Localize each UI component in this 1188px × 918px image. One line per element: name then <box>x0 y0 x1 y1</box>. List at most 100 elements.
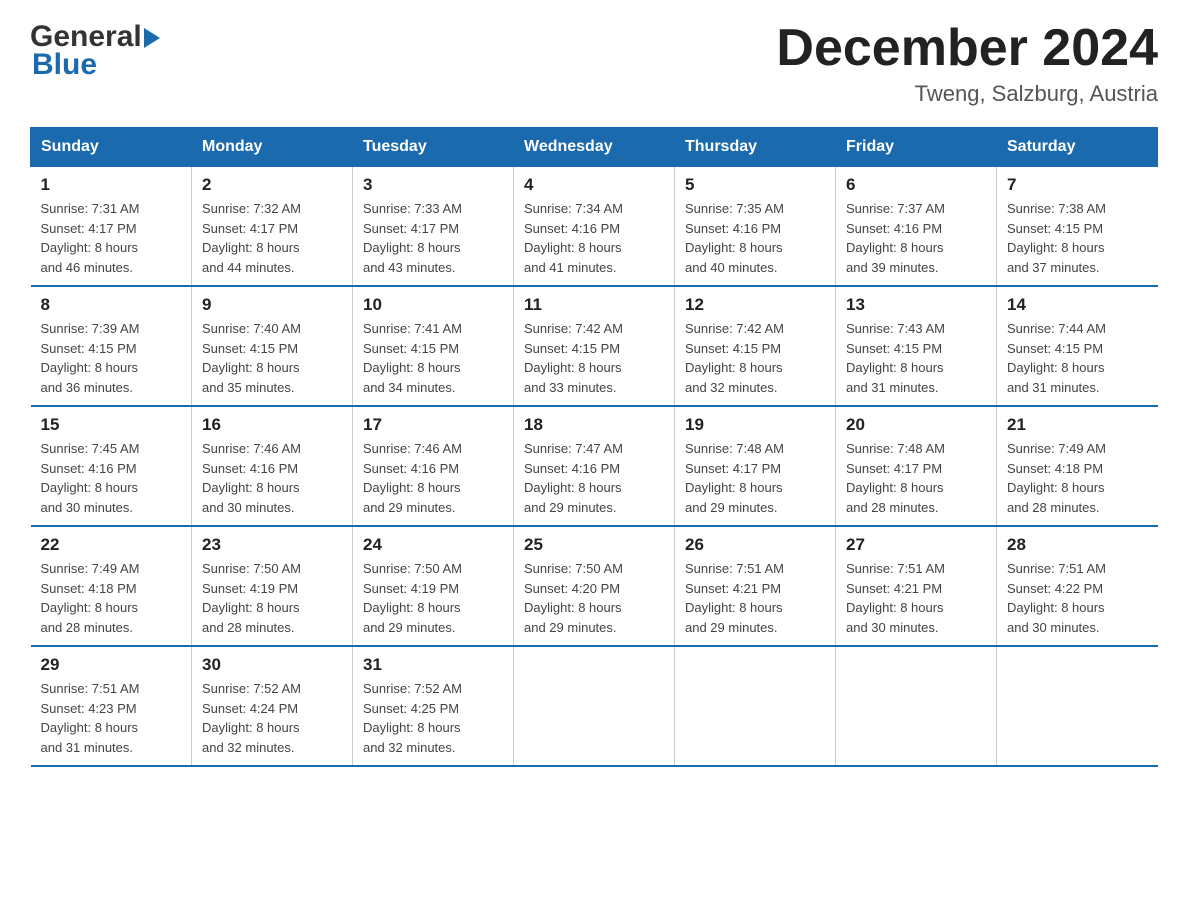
calendar-cell: 4 Sunrise: 7:34 AMSunset: 4:16 PMDayligh… <box>514 167 675 287</box>
day-number: 6 <box>846 175 986 195</box>
day-info: Sunrise: 7:52 AMSunset: 4:25 PMDaylight:… <box>363 681 462 755</box>
day-info: Sunrise: 7:50 AMSunset: 4:20 PMDaylight:… <box>524 561 623 635</box>
calendar-cell: 20 Sunrise: 7:48 AMSunset: 4:17 PMDaylig… <box>836 406 997 526</box>
day-number: 23 <box>202 535 342 555</box>
header-tuesday: Tuesday <box>353 128 514 167</box>
day-number: 25 <box>524 535 664 555</box>
day-info: Sunrise: 7:49 AMSunset: 4:18 PMDaylight:… <box>1007 441 1106 515</box>
calendar-cell: 29 Sunrise: 7:51 AMSunset: 4:23 PMDaylig… <box>31 646 192 766</box>
day-info: Sunrise: 7:44 AMSunset: 4:15 PMDaylight:… <box>1007 321 1106 395</box>
day-number: 28 <box>1007 535 1148 555</box>
calendar-cell: 26 Sunrise: 7:51 AMSunset: 4:21 PMDaylig… <box>675 526 836 646</box>
calendar-cell: 22 Sunrise: 7:49 AMSunset: 4:18 PMDaylig… <box>31 526 192 646</box>
calendar-cell: 8 Sunrise: 7:39 AMSunset: 4:15 PMDayligh… <box>31 286 192 406</box>
day-info: Sunrise: 7:50 AMSunset: 4:19 PMDaylight:… <box>202 561 301 635</box>
calendar-cell: 13 Sunrise: 7:43 AMSunset: 4:15 PMDaylig… <box>836 286 997 406</box>
day-number: 26 <box>685 535 825 555</box>
day-number: 7 <box>1007 175 1148 195</box>
day-number: 3 <box>363 175 503 195</box>
calendar-cell <box>997 646 1158 766</box>
calendar-week-1: 1 Sunrise: 7:31 AMSunset: 4:17 PMDayligh… <box>31 167 1158 287</box>
day-number: 5 <box>685 175 825 195</box>
calendar-cell <box>675 646 836 766</box>
calendar-cell: 11 Sunrise: 7:42 AMSunset: 4:15 PMDaylig… <box>514 286 675 406</box>
calendar-cell: 18 Sunrise: 7:47 AMSunset: 4:16 PMDaylig… <box>514 406 675 526</box>
day-number: 21 <box>1007 415 1148 435</box>
day-number: 16 <box>202 415 342 435</box>
day-number: 12 <box>685 295 825 315</box>
day-info: Sunrise: 7:38 AMSunset: 4:15 PMDaylight:… <box>1007 201 1106 275</box>
calendar-cell: 15 Sunrise: 7:45 AMSunset: 4:16 PMDaylig… <box>31 406 192 526</box>
day-info: Sunrise: 7:49 AMSunset: 4:18 PMDaylight:… <box>41 561 140 635</box>
calendar-cell: 9 Sunrise: 7:40 AMSunset: 4:15 PMDayligh… <box>192 286 353 406</box>
calendar-cell: 17 Sunrise: 7:46 AMSunset: 4:16 PMDaylig… <box>353 406 514 526</box>
calendar-cell: 7 Sunrise: 7:38 AMSunset: 4:15 PMDayligh… <box>997 167 1158 287</box>
calendar-cell: 5 Sunrise: 7:35 AMSunset: 4:16 PMDayligh… <box>675 167 836 287</box>
day-number: 22 <box>41 535 182 555</box>
header-sunday: Sunday <box>31 128 192 167</box>
day-info: Sunrise: 7:45 AMSunset: 4:16 PMDaylight:… <box>41 441 140 515</box>
day-info: Sunrise: 7:35 AMSunset: 4:16 PMDaylight:… <box>685 201 784 275</box>
day-info: Sunrise: 7:48 AMSunset: 4:17 PMDaylight:… <box>685 441 784 515</box>
day-number: 1 <box>41 175 182 195</box>
calendar-cell: 3 Sunrise: 7:33 AMSunset: 4:17 PMDayligh… <box>353 167 514 287</box>
calendar-cell: 10 Sunrise: 7:41 AMSunset: 4:15 PMDaylig… <box>353 286 514 406</box>
day-info: Sunrise: 7:34 AMSunset: 4:16 PMDaylight:… <box>524 201 623 275</box>
calendar-cell: 27 Sunrise: 7:51 AMSunset: 4:21 PMDaylig… <box>836 526 997 646</box>
day-info: Sunrise: 7:51 AMSunset: 4:21 PMDaylight:… <box>846 561 945 635</box>
month-title: December 2024 <box>776 20 1158 77</box>
day-info: Sunrise: 7:42 AMSunset: 4:15 PMDaylight:… <box>685 321 784 395</box>
day-number: 18 <box>524 415 664 435</box>
day-info: Sunrise: 7:46 AMSunset: 4:16 PMDaylight:… <box>363 441 462 515</box>
day-info: Sunrise: 7:33 AMSunset: 4:17 PMDaylight:… <box>363 201 462 275</box>
calendar-week-3: 15 Sunrise: 7:45 AMSunset: 4:16 PMDaylig… <box>31 406 1158 526</box>
day-number: 14 <box>1007 295 1148 315</box>
day-info: Sunrise: 7:46 AMSunset: 4:16 PMDaylight:… <box>202 441 301 515</box>
calendar-cell: 2 Sunrise: 7:32 AMSunset: 4:17 PMDayligh… <box>192 167 353 287</box>
day-info: Sunrise: 7:32 AMSunset: 4:17 PMDaylight:… <box>202 201 301 275</box>
day-info: Sunrise: 7:48 AMSunset: 4:17 PMDaylight:… <box>846 441 945 515</box>
calendar-header-row: SundayMondayTuesdayWednesdayThursdayFrid… <box>31 128 1158 167</box>
day-info: Sunrise: 7:43 AMSunset: 4:15 PMDaylight:… <box>846 321 945 395</box>
calendar-cell: 6 Sunrise: 7:37 AMSunset: 4:16 PMDayligh… <box>836 167 997 287</box>
day-info: Sunrise: 7:42 AMSunset: 4:15 PMDaylight:… <box>524 321 623 395</box>
day-number: 15 <box>41 415 182 435</box>
calendar-cell <box>836 646 997 766</box>
calendar-table: SundayMondayTuesdayWednesdayThursdayFrid… <box>30 127 1158 767</box>
header-wednesday: Wednesday <box>514 128 675 167</box>
day-number: 13 <box>846 295 986 315</box>
calendar-cell: 12 Sunrise: 7:42 AMSunset: 4:15 PMDaylig… <box>675 286 836 406</box>
day-info: Sunrise: 7:51 AMSunset: 4:22 PMDaylight:… <box>1007 561 1106 635</box>
location-title: Tweng, Salzburg, Austria <box>776 81 1158 107</box>
day-number: 30 <box>202 655 342 675</box>
day-info: Sunrise: 7:40 AMSunset: 4:15 PMDaylight:… <box>202 321 301 395</box>
day-number: 24 <box>363 535 503 555</box>
logo-blue-text: Blue <box>30 48 97 82</box>
calendar-cell: 31 Sunrise: 7:52 AMSunset: 4:25 PMDaylig… <box>353 646 514 766</box>
day-info: Sunrise: 7:51 AMSunset: 4:23 PMDaylight:… <box>41 681 140 755</box>
day-info: Sunrise: 7:50 AMSunset: 4:19 PMDaylight:… <box>363 561 462 635</box>
day-number: 8 <box>41 295 182 315</box>
day-number: 9 <box>202 295 342 315</box>
day-number: 2 <box>202 175 342 195</box>
calendar-cell: 28 Sunrise: 7:51 AMSunset: 4:22 PMDaylig… <box>997 526 1158 646</box>
day-number: 20 <box>846 415 986 435</box>
header-friday: Friday <box>836 128 997 167</box>
day-number: 4 <box>524 175 664 195</box>
calendar-cell: 1 Sunrise: 7:31 AMSunset: 4:17 PMDayligh… <box>31 167 192 287</box>
day-number: 29 <box>41 655 182 675</box>
header-saturday: Saturday <box>997 128 1158 167</box>
header-monday: Monday <box>192 128 353 167</box>
day-number: 31 <box>363 655 503 675</box>
calendar-week-5: 29 Sunrise: 7:51 AMSunset: 4:23 PMDaylig… <box>31 646 1158 766</box>
day-info: Sunrise: 7:37 AMSunset: 4:16 PMDaylight:… <box>846 201 945 275</box>
day-number: 11 <box>524 295 664 315</box>
title-area: December 2024 Tweng, Salzburg, Austria <box>776 20 1158 107</box>
header-thursday: Thursday <box>675 128 836 167</box>
calendar-cell: 23 Sunrise: 7:50 AMSunset: 4:19 PMDaylig… <box>192 526 353 646</box>
day-number: 17 <box>363 415 503 435</box>
day-info: Sunrise: 7:31 AMSunset: 4:17 PMDaylight:… <box>41 201 140 275</box>
logo: General Blue <box>30 20 160 82</box>
calendar-week-4: 22 Sunrise: 7:49 AMSunset: 4:18 PMDaylig… <box>31 526 1158 646</box>
calendar-cell: 21 Sunrise: 7:49 AMSunset: 4:18 PMDaylig… <box>997 406 1158 526</box>
